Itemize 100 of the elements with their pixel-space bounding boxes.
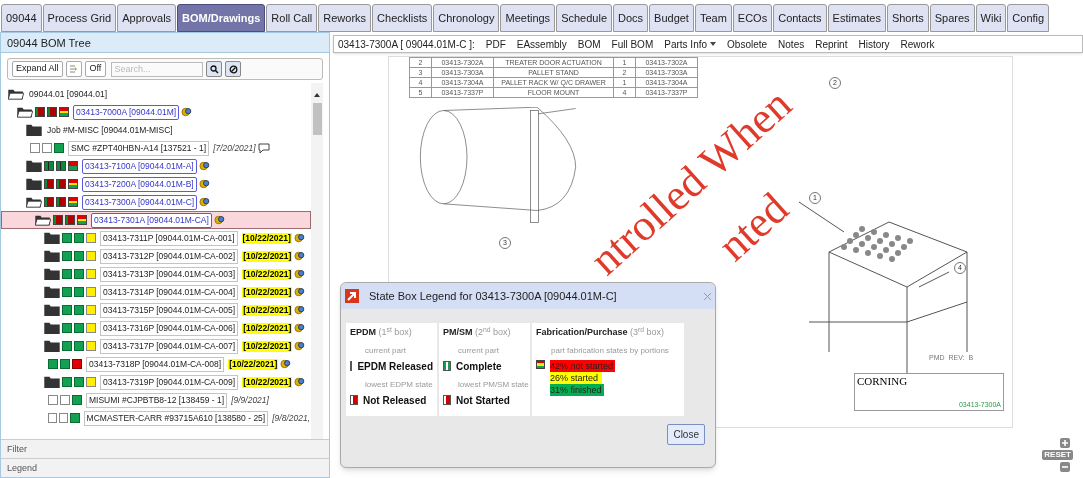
part-label[interactable]: 03413-7301A [09044.01M-CA] [91, 212, 212, 228]
tree-row[interactable]: 03413-7300A [09044.01M-C] [1, 193, 311, 211]
part-label[interactable]: 03413-7318P [09044.01M-CA-008] [86, 356, 225, 372]
tree-row[interactable]: 03413-7315P [09044.01M-CA-005] [10/22/2021] [1, 301, 311, 319]
tab[interactable]: Checklists [372, 4, 433, 32]
open-folder-icon[interactable] [35, 214, 51, 226]
folder-icon[interactable] [44, 286, 60, 298]
tree-row[interactable]: 03413-7312P [09044.01M-CA-002] [10/22/2021] [1, 247, 311, 265]
menu-link[interactable]: BOM [577, 36, 601, 52]
part-label[interactable]: 03413-7100A [09044.01M-A] [82, 158, 197, 174]
tab[interactable]: Estimates [827, 4, 886, 32]
tree-row[interactable]: 03413-7311P [09044.01M-CA-001] [10/22/2021] [1, 229, 311, 247]
menu-link[interactable]: History [858, 36, 890, 52]
folder-icon[interactable] [26, 178, 42, 190]
part-label[interactable]: 03413-7317P [09044.01M-CA-007] [100, 338, 239, 354]
tab[interactable]: Chronology [433, 4, 500, 32]
tree-row[interactable]: 03413-7100A [09044.01M-A] [1, 157, 311, 175]
tab[interactable]: Process Grid [42, 4, 117, 32]
menu-link[interactable]: Notes [778, 36, 805, 52]
scrollbar-thumb[interactable] [312, 103, 322, 135]
off-button[interactable]: Off [84, 61, 107, 77]
comment-icon[interactable] [257, 142, 270, 154]
tab[interactable]: Shorts [886, 4, 929, 32]
tab[interactable]: Config [1007, 4, 1050, 32]
expand-all-button[interactable]: Expand All [12, 61, 63, 77]
part-label[interactable]: Job #M-MISC [09044.01M-MISC] [46, 123, 174, 137]
part-label[interactable]: 03413-7300A [09044.01M-C] [82, 194, 198, 210]
scrollbar[interactable] [311, 83, 323, 439]
tab[interactable]: BOM/Drawings [177, 4, 266, 32]
part-label[interactable]: 03413-7200A [09044.01M-B] [82, 176, 197, 192]
folder-icon[interactable] [44, 322, 60, 334]
part-label[interactable]: MISUMI #CJPBTB8-12 [138459 - 1] [86, 392, 228, 408]
folder-icon[interactable] [44, 232, 60, 244]
menu-link[interactable]: Full BOM [611, 36, 654, 52]
part-label[interactable]: 03413-7311P [09044.01M-CA-001] [100, 230, 238, 246]
tab[interactable]: Docs [613, 4, 649, 32]
part-label[interactable]: MCMASTER-CARR #93715A610 [138580 - 25] [83, 410, 269, 426]
tab[interactable]: 09044 [1, 4, 42, 32]
folder-icon[interactable] [44, 340, 60, 352]
menu-link[interactable]: EAssembly [516, 36, 567, 52]
menu-dropdown[interactable]: Parts Info [664, 36, 717, 52]
folder-icon[interactable] [44, 268, 60, 280]
part-label[interactable]: 03413-7316P [09044.01M-CA-006] [100, 320, 239, 336]
close-button[interactable]: Close [667, 424, 705, 445]
zoom-out-icon[interactable] [1060, 462, 1070, 472]
tree-row[interactable]: Job #M-MISC [09044.01M-MISC] [1, 121, 311, 139]
tab[interactable]: Wiki [975, 4, 1007, 32]
folder-icon[interactable] [44, 250, 60, 262]
tree-row[interactable]: 03413-7318P [09044.01M-CA-008] [10/22/2021] [1, 355, 311, 373]
part-label[interactable]: 03413-7315P [09044.01M-CA-005] [100, 302, 239, 318]
tab[interactable]: Reworks [318, 4, 372, 32]
tree-row[interactable]: 09044.01 [09044.01] [1, 85, 311, 103]
menu-link[interactable]: Obsolete [727, 36, 768, 52]
open-folder-icon[interactable] [17, 106, 33, 118]
tab[interactable]: Budget [649, 4, 694, 32]
date-label: [10/22/2021] [242, 286, 293, 298]
scroll-up-icon[interactable] [314, 93, 320, 97]
tab[interactable]: Approvals [117, 4, 177, 32]
legend-state: Complete [456, 359, 502, 374]
tree-row[interactable]: 03413-7316P [09044.01M-CA-006] [10/22/2021] [1, 319, 311, 337]
selected-tree-row[interactable]: 03413-7301A [09044.01M-CA] [1, 211, 311, 229]
tab[interactable]: ECOs [732, 4, 773, 32]
part-label[interactable]: 03413-7314P [09044.01M-CA-004] [100, 284, 239, 300]
tree-row[interactable]: 03413-7000A [09044.01M] [1, 103, 311, 121]
open-folder-icon[interactable] [26, 196, 42, 208]
tab[interactable]: Contacts [773, 4, 827, 32]
tree-row[interactable]: 03413-7319P [09044.01M-CA-009] [10/22/2021] [1, 373, 311, 391]
tree-row[interactable]: SMC #ZPT40HBN-A14 [137521 - 1] [7/20/2021] [1, 139, 311, 157]
tab[interactable]: Spares [929, 4, 975, 32]
accordion-header[interactable]: Filter [1, 439, 329, 458]
tree-row[interactable]: 03413-7314P [09044.01M-CA-004] [10/22/2021] [1, 283, 311, 301]
part-label[interactable]: SMC #ZPT40HBN-A14 [137521 - 1] [68, 140, 210, 156]
folder-icon[interactable] [26, 124, 42, 136]
tree-row[interactable]: 03413-7200A [09044.01M-B] [1, 175, 311, 193]
folder-icon[interactable] [44, 304, 60, 316]
tree-row[interactable]: MCMASTER-CARR #93715A610 [138580 - 25] [9/8/2021, [1, 409, 311, 427]
reset-button[interactable]: RESET [1042, 450, 1073, 460]
tab[interactable]: Meetings [500, 4, 556, 32]
part-label[interactable]: 03413-7312P [09044.01M-CA-002] [100, 248, 239, 264]
zoom-in-icon[interactable] [1060, 438, 1070, 448]
part-label[interactable]: 03413-7000A [09044.01M] [73, 104, 180, 120]
tab[interactable]: Team [694, 4, 732, 32]
part-label[interactable]: 03413-7313P [09044.01M-CA-003] [100, 266, 239, 282]
search-button[interactable] [206, 61, 223, 77]
tab[interactable]: Roll Call [266, 4, 318, 32]
tree-row[interactable]: MISUMI #CJPBTB8-12 [138459 - 1] [9/9/2021] [1, 391, 311, 409]
menu-link[interactable]: Rework [900, 36, 935, 52]
clear-button[interactable] [225, 61, 242, 77]
folder-icon[interactable] [44, 376, 60, 388]
menu-link[interactable]: Reprint [815, 36, 848, 52]
part-label[interactable]: 03413-7319P [09044.01M-CA-009] [100, 374, 239, 390]
accordion-header[interactable]: Legend [1, 458, 329, 477]
part-label[interactable]: 09044.01 [09044.01] [28, 87, 108, 101]
open-folder-icon[interactable] [8, 88, 24, 100]
tree-row[interactable]: 03413-7313P [09044.01M-CA-003] [10/22/2021] [1, 265, 311, 283]
menu-link[interactable]: PDF [485, 36, 506, 52]
folder-icon[interactable] [26, 160, 42, 172]
tree-row[interactable]: 03413-7317P [09044.01M-CA-007] [10/22/2021] [1, 337, 311, 355]
toggle-button[interactable] [65, 61, 82, 77]
tab[interactable]: Schedule [556, 4, 612, 32]
